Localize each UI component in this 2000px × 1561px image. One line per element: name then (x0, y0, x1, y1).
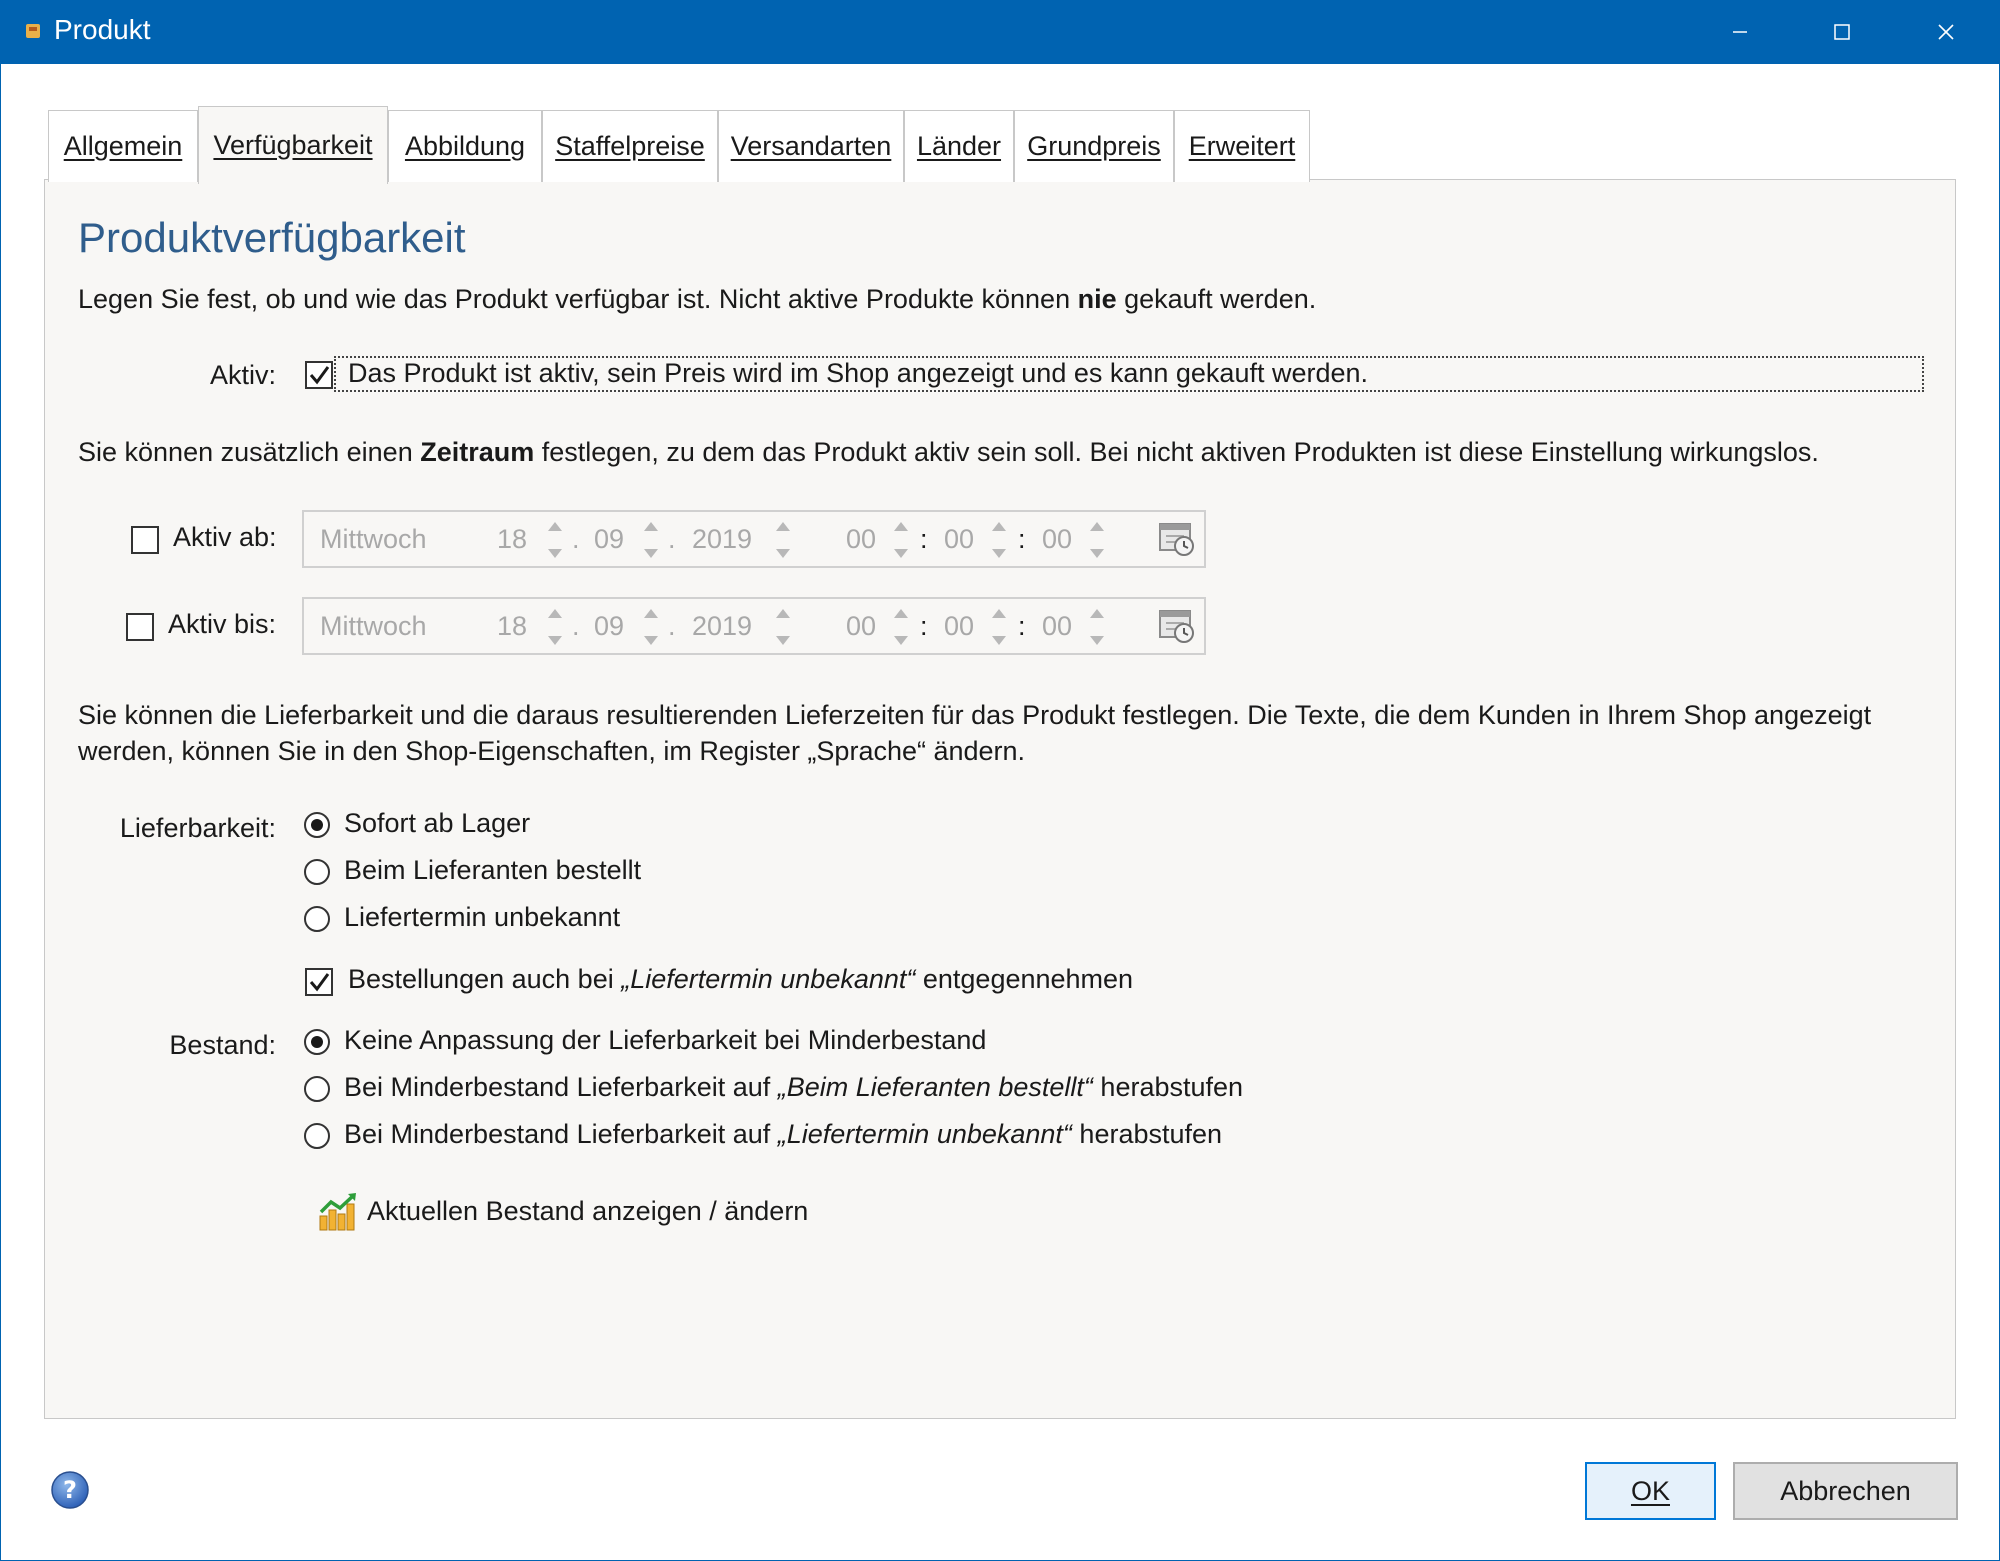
tab-laender[interactable]: Länder (904, 110, 1014, 182)
stock-label: Bestand: (169, 1030, 276, 1060)
section-intro: Legen Sie fest, ob und wie das Produkt v… (78, 284, 1317, 314)
period-text: Sie können zusätzlich einen Zeitraum fes… (78, 437, 1819, 467)
stock-radio-unknown[interactable] (304, 1123, 330, 1149)
availability-option-immediate[interactable]: Sofort ab Lager (344, 808, 530, 839)
year-field[interactable]: 2019 (692, 524, 752, 555)
ok-button-label: OK (1630, 1475, 1670, 1506)
day-spinner[interactable] (546, 605, 562, 649)
active-until-datetime[interactable]: Mittwoch 18 . 09 . 2019 00 : 00 : 00 (302, 597, 1206, 655)
tab-verfuegbarkeit[interactable]: Verfügbarkeit (198, 106, 388, 184)
active-checkbox-text[interactable]: Das Produkt ist aktiv, sein Preis wird i… (348, 358, 1368, 389)
period-emphasis: Zeitraum (420, 437, 535, 467)
app-icon (26, 24, 40, 38)
active-label: Aktiv: (209, 360, 276, 390)
active-checkbox[interactable] (305, 361, 333, 389)
close-icon (1938, 24, 1954, 40)
delivery-info-line1: Sie können die Lieferbarkeit und die dar… (78, 700, 1872, 730)
checkmark-icon (309, 366, 330, 385)
section-title: Produktverfügbarkeit (78, 214, 466, 261)
calendar-button[interactable] (1158, 520, 1196, 558)
maximize-icon (1834, 24, 1850, 40)
tab-staffelpreise[interactable]: Staffelpreise (542, 110, 718, 182)
calendar-clock-icon (1159, 610, 1194, 643)
month-field[interactable]: 09 (594, 611, 624, 642)
weekday-field[interactable]: Mittwoch (320, 611, 427, 642)
minimize-button[interactable] (1690, 0, 1790, 64)
second-field[interactable]: 00 (1042, 611, 1072, 642)
availability-radio-unknown[interactable] (304, 906, 330, 932)
accept-orders-italic: „Liefertermin unbekannt“ (621, 964, 916, 994)
cancel-button[interactable]: Abbrechen (1733, 1462, 1958, 1520)
stock-option-ordered[interactable]: Bei Minderbestand Lieferbarkeit auf „Bei… (344, 1072, 1243, 1103)
minute-spinner[interactable] (990, 518, 1006, 562)
month-spinner[interactable] (642, 518, 658, 562)
month-spinner[interactable] (642, 605, 658, 649)
second-spinner[interactable] (1088, 518, 1104, 562)
accept-orders-text[interactable]: Bestellungen auch bei „Liefertermin unbe… (348, 964, 1133, 995)
stock-option-unknown-italic: „Liefertermin unbekannt“ (777, 1119, 1072, 1149)
availability-label: Lieferbarkeit: (119, 813, 276, 843)
second-field[interactable]: 00 (1042, 524, 1072, 555)
minute-field[interactable]: 00 (944, 611, 974, 642)
calendar-clock-icon (1159, 523, 1194, 556)
active-until-label[interactable]: Aktiv bis: (168, 609, 276, 640)
calendar-button[interactable] (1158, 607, 1196, 645)
availability-radio-immediate[interactable] (304, 812, 330, 838)
intro-emphasis: nie (1077, 284, 1117, 314)
minute-field[interactable]: 00 (944, 524, 974, 555)
day-spinner[interactable] (546, 518, 562, 562)
stock-option-ordered-italic: „Beim Lieferanten bestellt“ (777, 1072, 1093, 1102)
stock-chart-icon[interactable] (318, 1192, 358, 1232)
maximize-button[interactable] (1792, 0, 1892, 64)
stock-radio-ordered[interactable] (304, 1076, 330, 1102)
active-from-datetime[interactable]: Mittwoch 18 . 09 . 2019 00 : 00 : 00 (302, 510, 1206, 568)
minute-spinner[interactable] (990, 605, 1006, 649)
hour-field[interactable]: 00 (846, 524, 876, 555)
hour-field[interactable]: 00 (846, 611, 876, 642)
day-field[interactable]: 18 (497, 611, 527, 642)
year-spinner[interactable] (774, 605, 790, 649)
availability-option-ordered[interactable]: Beim Lieferanten bestellt (344, 855, 641, 886)
year-field[interactable]: 2019 (692, 611, 752, 642)
hour-spinner[interactable] (892, 518, 908, 562)
tab-erweitert[interactable]: Erweitert (1174, 110, 1310, 182)
second-spinner[interactable] (1088, 605, 1104, 649)
stock-option-none[interactable]: Keine Anpassung der Lieferbarkeit bei Mi… (344, 1025, 986, 1056)
stock-radio-none[interactable] (304, 1029, 330, 1055)
tab-allgemein[interactable]: Allgemein (48, 110, 198, 182)
help-icon[interactable]: ? (50, 1470, 90, 1510)
tab-grundpreis[interactable]: Grundpreis (1014, 110, 1174, 182)
hour-spinner[interactable] (892, 605, 908, 649)
availability-radio-ordered[interactable] (304, 859, 330, 885)
stock-link[interactable]: Aktuellen Bestand anzeigen / ändern (367, 1196, 808, 1227)
minimize-icon (1733, 31, 1747, 33)
active-until-checkbox[interactable] (126, 613, 154, 641)
active-from-checkbox[interactable] (131, 526, 159, 554)
tab-abbildung[interactable]: Abbildung (388, 110, 542, 182)
accept-orders-checkbox[interactable] (305, 968, 333, 996)
day-field[interactable]: 18 (497, 524, 527, 555)
svg-text:?: ? (63, 1476, 77, 1504)
checkmark-icon (309, 973, 330, 992)
availability-option-unknown[interactable]: Liefertermin unbekannt (344, 902, 620, 933)
ok-button[interactable]: OK (1585, 1462, 1716, 1520)
delivery-info-line2: werden, können Sie in den Shop-Eigenscha… (78, 736, 1026, 766)
stock-option-unknown[interactable]: Bei Minderbestand Lieferbarkeit auf „Lie… (344, 1119, 1222, 1150)
year-spinner[interactable] (774, 518, 790, 562)
window-title: Produkt (54, 14, 151, 45)
active-from-label[interactable]: Aktiv ab: (173, 522, 277, 553)
title-bar[interactable]: Produkt (0, 0, 2000, 64)
month-field[interactable]: 09 (594, 524, 624, 555)
weekday-field[interactable]: Mittwoch (320, 524, 427, 555)
close-button[interactable] (1896, 0, 1996, 64)
tab-versandarten[interactable]: Versandarten (718, 110, 904, 182)
